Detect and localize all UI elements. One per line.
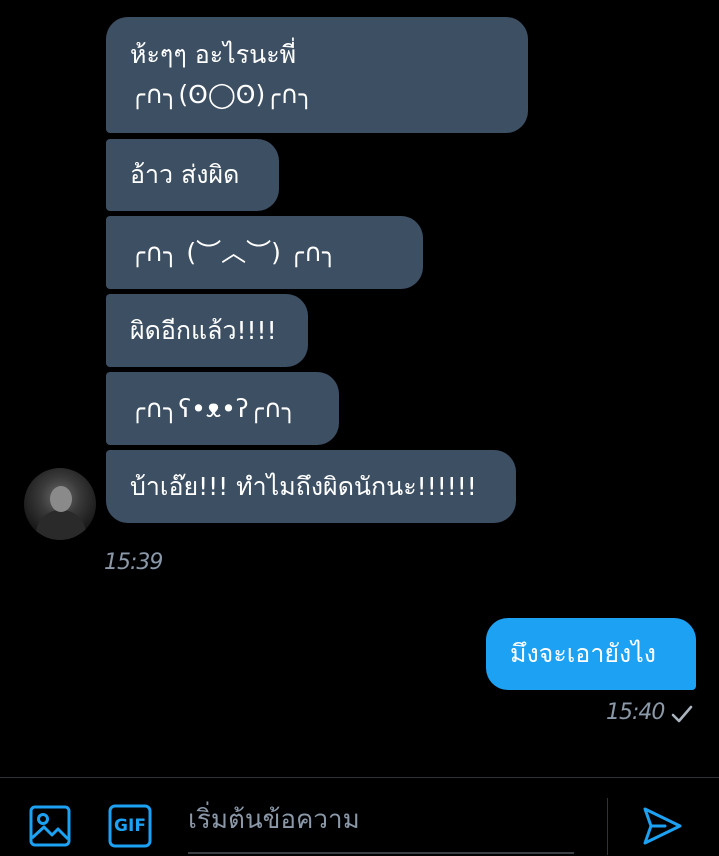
message-bubble-1[interactable]: ห้ะๆๆ อะไรนะพี่ ╭∩╮(ʘ◯ʘ)╭∩╮	[106, 17, 528, 133]
message-input-placeholder: เริ่มต้นข้อความ	[188, 805, 360, 835]
outgoing-timestamp: 15:40	[606, 700, 665, 725]
message-text: ╭∩╮ (︶︿︶) ╭∩╮	[130, 237, 338, 267]
message-bubble-5[interactable]: ╭∩╮ʕ•ᴥ•ʔ╭∩╮	[106, 372, 339, 445]
message-text: ผิดอีกแล้ว!!!!	[130, 315, 277, 345]
gif-label: GIF	[114, 816, 146, 836]
gif-button[interactable]: GIF	[108, 804, 152, 848]
message-text: ห้ะๆๆ อะไรนะพี่ ╭∩╮(ʘ◯ʘ)╭∩╮	[130, 40, 314, 109]
message-text: ╭∩╮ʕ•ᴥ•ʔ╭∩╮	[130, 393, 297, 423]
send-button[interactable]	[640, 804, 684, 848]
message-bubble-6[interactable]: บ้าเอ๊ย!!! ทำไมถึงผิดนักนะ!!!!!!	[106, 450, 516, 523]
message-bubble-2[interactable]: อ้าว ส่งผิด	[106, 139, 279, 211]
message-text: อ้าว ส่งผิด	[130, 160, 240, 189]
outgoing-message-bubble[interactable]: มึงจะเอายังไง	[486, 618, 696, 690]
message-text: บ้าเอ๊ย!!! ทำไมถึงผิดนักนะ!!!!!!	[130, 471, 477, 501]
image-icon	[29, 805, 71, 847]
message-bubble-3[interactable]: ╭∩╮ (︶︿︶) ╭∩╮	[106, 216, 423, 289]
message-bubble-4[interactable]: ผิดอีกแล้ว!!!!	[106, 294, 308, 367]
incoming-timestamp: 15:39	[104, 550, 163, 575]
send-icon	[643, 807, 682, 845]
message-input[interactable]: เริ่มต้นข้อความ	[188, 800, 574, 854]
composer-divider	[607, 798, 608, 855]
avatar[interactable]	[24, 468, 96, 540]
read-check-icon	[671, 705, 693, 723]
image-button[interactable]	[28, 804, 72, 848]
message-text: มึงจะเอายังไง	[510, 639, 656, 668]
